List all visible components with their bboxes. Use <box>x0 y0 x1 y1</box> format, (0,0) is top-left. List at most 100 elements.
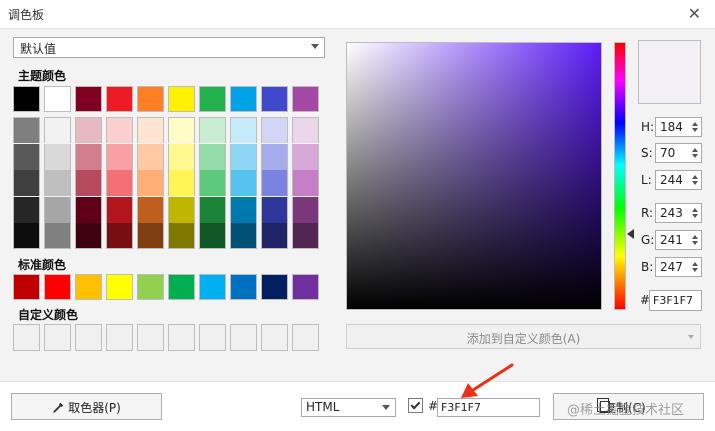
custom-color-slot[interactable] <box>168 324 195 351</box>
theme-shade-swatch[interactable] <box>44 223 71 250</box>
theme-color-swatch[interactable] <box>168 86 195 112</box>
theme-shade-swatch[interactable] <box>168 143 195 170</box>
theme-shade-swatch[interactable] <box>106 223 133 250</box>
green-field[interactable]: 241 <box>655 230 702 250</box>
theme-shade-swatch[interactable] <box>13 223 40 250</box>
theme-shade-swatch[interactable] <box>13 143 40 170</box>
theme-shade-swatch[interactable] <box>75 223 102 250</box>
include-hash-checkbox[interactable] <box>408 398 423 413</box>
spin-up-icon[interactable] <box>692 262 698 266</box>
saturation-luminance-spectrum[interactable] <box>346 42 602 310</box>
spin-down-icon[interactable] <box>692 268 698 272</box>
custom-color-slot[interactable] <box>292 324 319 351</box>
theme-shade-swatch[interactable] <box>44 117 71 143</box>
standard-color-swatch[interactable] <box>75 274 102 300</box>
theme-color-swatch[interactable] <box>230 86 257 112</box>
theme-shade-swatch[interactable] <box>168 117 195 143</box>
color-picker-button[interactable]: 取色器(P) <box>11 393 162 420</box>
theme-shade-swatch[interactable] <box>106 143 133 170</box>
theme-shade-swatch[interactable] <box>199 170 226 197</box>
custom-color-slot[interactable] <box>13 324 40 351</box>
theme-color-swatch[interactable] <box>292 86 319 112</box>
theme-shade-swatch[interactable] <box>230 117 257 143</box>
luminance-field[interactable]: 244 <box>655 170 702 190</box>
theme-shade-swatch[interactable] <box>137 196 164 223</box>
theme-shade-swatch[interactable] <box>230 170 257 197</box>
hue-slider-marker[interactable] <box>627 229 634 239</box>
theme-shade-swatch[interactable] <box>261 196 288 223</box>
custom-color-slot[interactable] <box>261 324 288 351</box>
theme-shade-swatch[interactable] <box>261 223 288 250</box>
theme-shade-swatch[interactable] <box>199 223 226 250</box>
theme-color-swatch[interactable] <box>106 86 133 112</box>
preset-select[interactable]: 默认值 <box>13 37 325 58</box>
spin-down-icon[interactable] <box>692 128 698 132</box>
standard-color-swatch[interactable] <box>13 274 40 300</box>
custom-color-slot[interactable] <box>106 324 133 351</box>
theme-shade-swatch[interactable] <box>137 170 164 197</box>
hue-slider[interactable] <box>614 42 626 310</box>
saturation-field[interactable]: 70 <box>655 143 702 163</box>
spin-up-icon[interactable] <box>692 208 698 212</box>
theme-shade-swatch[interactable] <box>13 170 40 197</box>
standard-color-swatch[interactable] <box>199 274 226 300</box>
theme-shade-swatch[interactable] <box>44 143 71 170</box>
color-output-field[interactable]: F3F1F7 <box>437 398 540 417</box>
standard-color-swatch[interactable] <box>137 274 164 300</box>
spin-down-icon[interactable] <box>692 214 698 218</box>
spin-down-icon[interactable] <box>692 181 698 185</box>
theme-shade-swatch[interactable] <box>137 117 164 143</box>
theme-shade-swatch[interactable] <box>137 143 164 170</box>
theme-shade-swatch[interactable] <box>75 196 102 223</box>
theme-shade-swatch[interactable] <box>292 170 319 197</box>
theme-shade-swatch[interactable] <box>75 170 102 197</box>
red-field[interactable]: 243 <box>655 203 702 223</box>
theme-shade-swatch[interactable] <box>230 143 257 170</box>
color-format-select[interactable]: HTML <box>301 398 396 417</box>
theme-shade-swatch[interactable] <box>230 196 257 223</box>
theme-shade-swatch[interactable] <box>44 196 71 223</box>
theme-shade-swatch[interactable] <box>13 196 40 223</box>
theme-shade-swatch[interactable] <box>106 117 133 143</box>
theme-color-swatch[interactable] <box>261 86 288 112</box>
theme-shade-swatch[interactable] <box>230 223 257 250</box>
theme-color-swatch[interactable] <box>199 86 226 112</box>
close-icon[interactable]: ✕ <box>688 4 701 23</box>
theme-shade-swatch[interactable] <box>137 223 164 250</box>
spin-up-icon[interactable] <box>692 148 698 152</box>
custom-color-slot[interactable] <box>137 324 164 351</box>
chevron-down-icon[interactable] <box>688 335 694 339</box>
spin-down-icon[interactable] <box>692 241 698 245</box>
custom-color-slot[interactable] <box>199 324 226 351</box>
theme-shade-swatch[interactable] <box>168 223 195 250</box>
theme-shade-swatch[interactable] <box>44 170 71 197</box>
theme-shade-swatch[interactable] <box>13 117 40 143</box>
standard-color-swatch[interactable] <box>261 274 288 300</box>
theme-shade-swatch[interactable] <box>168 196 195 223</box>
theme-shade-swatch[interactable] <box>292 117 319 143</box>
theme-shade-swatch[interactable] <box>292 223 319 250</box>
theme-color-swatch[interactable] <box>13 86 40 112</box>
theme-color-swatch[interactable] <box>75 86 102 112</box>
theme-shade-swatch[interactable] <box>292 196 319 223</box>
standard-color-swatch[interactable] <box>292 274 319 300</box>
standard-color-swatch[interactable] <box>168 274 195 300</box>
theme-color-swatch[interactable] <box>137 86 164 112</box>
theme-shade-swatch[interactable] <box>199 143 226 170</box>
spin-down-icon[interactable] <box>692 154 698 158</box>
theme-color-swatch[interactable] <box>44 86 71 112</box>
theme-shade-swatch[interactable] <box>261 117 288 143</box>
standard-color-swatch[interactable] <box>230 274 257 300</box>
theme-shade-swatch[interactable] <box>261 143 288 170</box>
theme-shade-swatch[interactable] <box>292 143 319 170</box>
custom-color-slot[interactable] <box>230 324 257 351</box>
spin-up-icon[interactable] <box>692 235 698 239</box>
theme-shade-swatch[interactable] <box>75 117 102 143</box>
theme-shade-swatch[interactable] <box>168 170 195 197</box>
theme-shade-swatch[interactable] <box>199 117 226 143</box>
theme-shade-swatch[interactable] <box>106 170 133 197</box>
theme-shade-swatch[interactable] <box>261 170 288 197</box>
theme-shade-swatch[interactable] <box>106 196 133 223</box>
blue-field[interactable]: 247 <box>655 257 702 277</box>
spin-up-icon[interactable] <box>692 175 698 179</box>
